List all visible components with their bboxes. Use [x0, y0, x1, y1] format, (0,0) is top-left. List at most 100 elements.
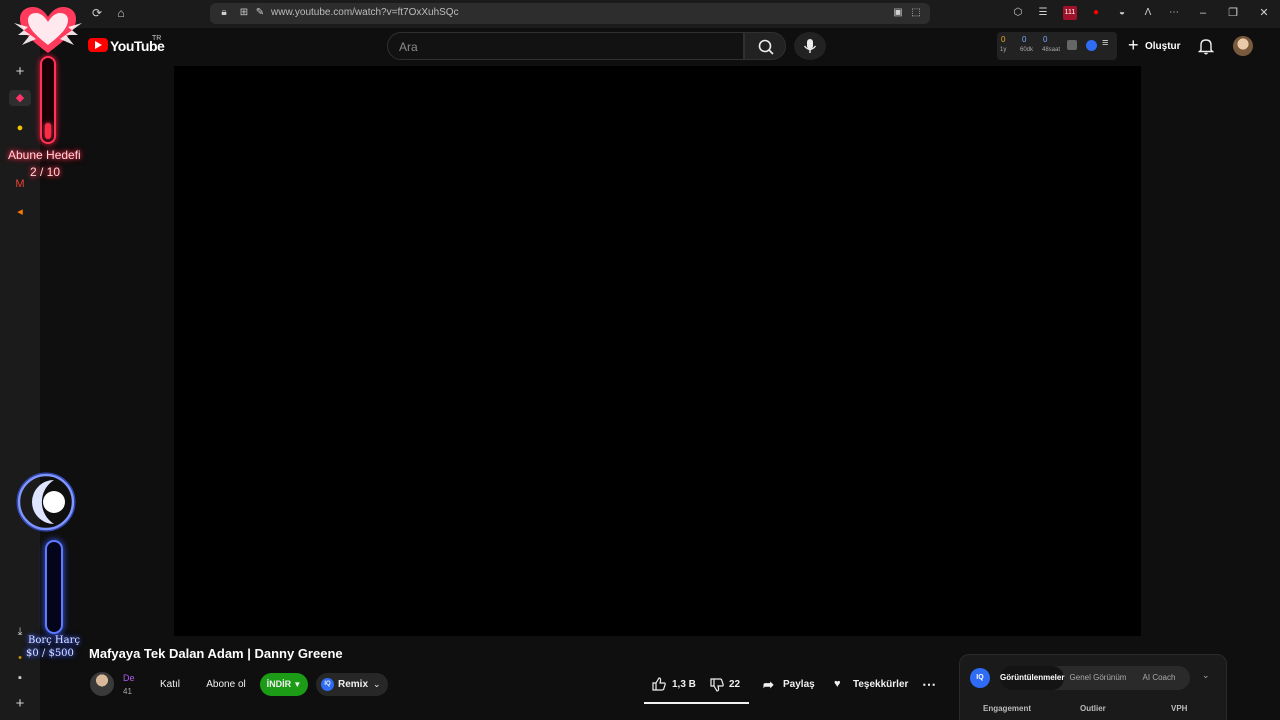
stat-value-1y: 0: [1001, 35, 1006, 44]
stats-widget[interactable]: 0 1y 0 60dk 0 48saat ≡: [997, 32, 1117, 60]
thanks-icon: ♥: [834, 678, 841, 690]
create-label: Oluştur: [1145, 41, 1181, 52]
close-icon[interactable]: ✕: [1257, 6, 1271, 20]
bookmark-icon[interactable]: ⬚: [910, 7, 922, 19]
subscription-goal-count: 2 / 10: [30, 165, 61, 179]
analytics-tabs: Görüntülenmeler Genel Görünüm AI Coach: [1000, 666, 1190, 690]
stat-label-60dk: 60dk: [1020, 47, 1034, 53]
voice-search-button[interactable]: [794, 32, 826, 60]
picture-in-picture-icon[interactable]: ▣: [892, 7, 904, 19]
tab-goruntulenmeler[interactable]: Görüntülenmeler: [1000, 666, 1064, 690]
address-bar[interactable]: 🔒︎ ⊞ ✎ www.youtube.com/watch?v=ft7OxXuhS…: [210, 3, 930, 24]
panel-notes-icon[interactable]: ●: [12, 120, 28, 136]
add-panel-icon[interactable]: +: [12, 64, 28, 80]
iq-remix-icon: IQ: [321, 678, 334, 691]
notifications-bell-icon[interactable]: [1197, 37, 1215, 55]
share-button[interactable]: ➦ Paylaş: [763, 673, 815, 696]
gmail-icon[interactable]: M: [12, 176, 28, 192]
stat-label-48saat: 48saat: [1042, 47, 1061, 53]
microphone-icon: [803, 39, 817, 53]
browser-sidebar: + ◆ ● M ◂ ⤓ • ▪ +: [0, 28, 40, 720]
reload-icon[interactable]: ⟳: [90, 6, 104, 20]
tab-ai-coach[interactable]: AI Coach: [1132, 666, 1186, 690]
column-outlier: Outlier: [1080, 704, 1106, 713]
url-text[interactable]: www.youtube.com/watch?v=ft7OxXuhSQc: [271, 7, 459, 18]
channel-subscribers: 41: [123, 687, 132, 696]
youtube-logo-icon[interactable]: [88, 38, 108, 52]
edit-icon[interactable]: ✎: [254, 7, 266, 19]
restore-icon[interactable]: ❐: [1226, 6, 1240, 20]
download-caret-icon: ▼: [291, 680, 302, 689]
debt-goal-meter: [45, 540, 63, 634]
analytics-chevron-down-icon[interactable]: ⌄: [1202, 670, 1210, 681]
remix-chevron-down-icon: ⌄: [373, 679, 381, 689]
analytics-panel: IQ Görüntülenmeler Genel Görünüm AI Coac…: [959, 654, 1227, 720]
iq-logo[interactable]: IQ: [970, 668, 990, 688]
stats-chart-icon[interactable]: [1067, 40, 1077, 50]
crescent-moon-logo: [16, 472, 76, 532]
home-icon[interactable]: ⌂: [114, 6, 128, 20]
extension-puzzle-icon[interactable]: ⬡: [1011, 6, 1025, 20]
channel-name[interactable]: De: [123, 673, 135, 683]
panel-square-icon[interactable]: ▪: [12, 670, 28, 686]
create-button[interactable]: + Oluştur: [1122, 32, 1194, 60]
more-actions-icon[interactable]: ⋯: [922, 673, 938, 696]
browser-toolbar: ⟳ ⌂ 🔒︎ ⊞ ✎ www.youtube.com/watch?v=ft7Ox…: [0, 0, 1280, 28]
panel-arrow-icon[interactable]: ◂: [12, 204, 28, 220]
video-player[interactable]: [174, 66, 1141, 636]
search-input[interactable]: Ara: [387, 32, 744, 60]
debt-goal-title: Borç Harç: [28, 635, 80, 646]
country-code: TR: [152, 35, 162, 42]
thanks-button[interactable]: ♥ Teşekkürler: [834, 673, 909, 696]
youtube-header: YouTube TR Ara 0 1y 0 60dk 0 48saat ≡ + …: [40, 28, 1280, 66]
subscribe-label: Abone ol: [206, 679, 246, 690]
search-button[interactable]: [744, 32, 786, 60]
channel-avatar[interactable]: [90, 672, 114, 696]
download-button[interactable]: İNDİR ▼: [260, 673, 308, 696]
debt-goal-count: $0 / $500: [26, 648, 74, 659]
column-vph: VPH: [1171, 704, 1188, 713]
dislike-button[interactable]: 22: [710, 673, 746, 696]
subscribe-button[interactable]: Abone ol: [198, 673, 254, 696]
like-bar: [644, 702, 749, 704]
tab-genel-gorunum[interactable]: Genel Görünüm: [1066, 666, 1130, 690]
site-settings-icon[interactable]: ⊞: [238, 7, 250, 19]
column-engagement: Engagement: [983, 704, 1032, 713]
extension-badge-count: 111: [1064, 9, 1076, 16]
video-title: Mafyaya Tek Dalan Adam | Danny Greene: [89, 646, 343, 661]
add-bottom-icon[interactable]: +: [12, 696, 28, 712]
download-icon[interactable]: ⤓: [12, 624, 28, 640]
stat-value-60dk: 0: [1022, 35, 1027, 44]
stats-menu-icon[interactable]: ≡: [1102, 37, 1108, 49]
extension-tool-icon[interactable]: ☰: [1036, 6, 1050, 20]
remix-button[interactable]: IQ Remix ⌄: [316, 673, 388, 696]
subscription-goal-meter: [40, 56, 56, 144]
more-menu-icon[interactable]: ⋯: [1167, 6, 1181, 20]
thanks-label: Teşekkürler: [853, 679, 909, 690]
share-icon: ➦: [763, 677, 774, 692]
heart-wings-logo: [14, 7, 82, 53]
subscription-goal-title: Abune Hedefi: [8, 148, 81, 162]
extension-a-icon[interactable]: Λ: [1141, 6, 1155, 20]
thumbs-up-icon: [652, 677, 666, 691]
remix-label: Remix: [338, 679, 369, 690]
lock-icon[interactable]: 🔒︎: [218, 7, 230, 19]
account-avatar[interactable]: [1233, 36, 1253, 56]
youtube-extension-icon[interactable]: ●: [1089, 6, 1103, 20]
subscription-goal-fill: [45, 123, 51, 139]
download-label: İNDİR: [266, 679, 292, 689]
extension-badge-icon[interactable]: 111: [1063, 6, 1077, 20]
stat-value-48saat: 0: [1043, 35, 1048, 44]
extension-mask-icon[interactable]: ◒: [1115, 6, 1129, 20]
panel-app-icon[interactable]: ◆: [9, 90, 31, 106]
iq-extension-icon[interactable]: [1086, 40, 1097, 51]
join-label: Katıl: [159, 679, 180, 690]
stat-label-1y: 1y: [1000, 47, 1007, 53]
dislike-count: 22: [729, 679, 741, 690]
minimize-icon[interactable]: –: [1196, 6, 1210, 20]
like-count: 1,3 B: [672, 679, 696, 690]
like-button[interactable]: 1,3 B: [652, 673, 696, 696]
thumbs-down-icon: [710, 678, 724, 692]
join-button[interactable]: Katıl: [150, 673, 190, 696]
search-placeholder: Ara: [399, 40, 418, 54]
